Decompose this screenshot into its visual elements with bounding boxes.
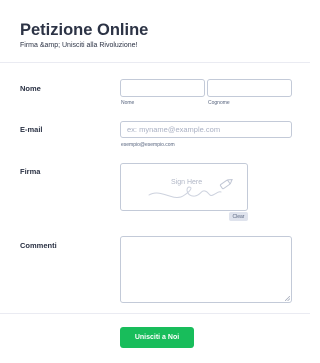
form-subtitle: Firma &amp; Unisciti alla Rivoluzione! bbox=[20, 42, 138, 49]
footer-divider bbox=[0, 313, 310, 314]
form-header: Petizione Online Firma &amp; Unisciti al… bbox=[20, 20, 148, 49]
email-input[interactable] bbox=[120, 121, 292, 138]
resize-handle-icon[interactable] bbox=[285, 296, 290, 301]
signature-pad[interactable]: Sign Here bbox=[120, 163, 248, 211]
signature-scribble-icon bbox=[148, 179, 233, 198]
name-label: Nome bbox=[20, 84, 41, 93]
header-divider bbox=[0, 62, 310, 63]
last-name-sublabel: Cognome bbox=[208, 100, 230, 106]
email-sublabel: esempio@esempio.com bbox=[121, 142, 175, 148]
email-label: E-mail bbox=[20, 125, 43, 134]
signature-label: Firma bbox=[20, 167, 41, 176]
form-title: Petizione Online bbox=[20, 21, 149, 39]
comments-textarea[interactable] bbox=[120, 236, 292, 303]
clear-signature-button[interactable]: Clear bbox=[229, 212, 248, 221]
first-name-input[interactable] bbox=[120, 79, 205, 97]
comments-label: Commenti bbox=[20, 241, 57, 250]
first-name-sublabel: Nome bbox=[121, 100, 135, 106]
last-name-input[interactable] bbox=[207, 79, 292, 97]
submit-button[interactable]: Unisciti a Noi bbox=[120, 327, 194, 348]
signature-placeholder: Sign Here bbox=[171, 179, 203, 186]
